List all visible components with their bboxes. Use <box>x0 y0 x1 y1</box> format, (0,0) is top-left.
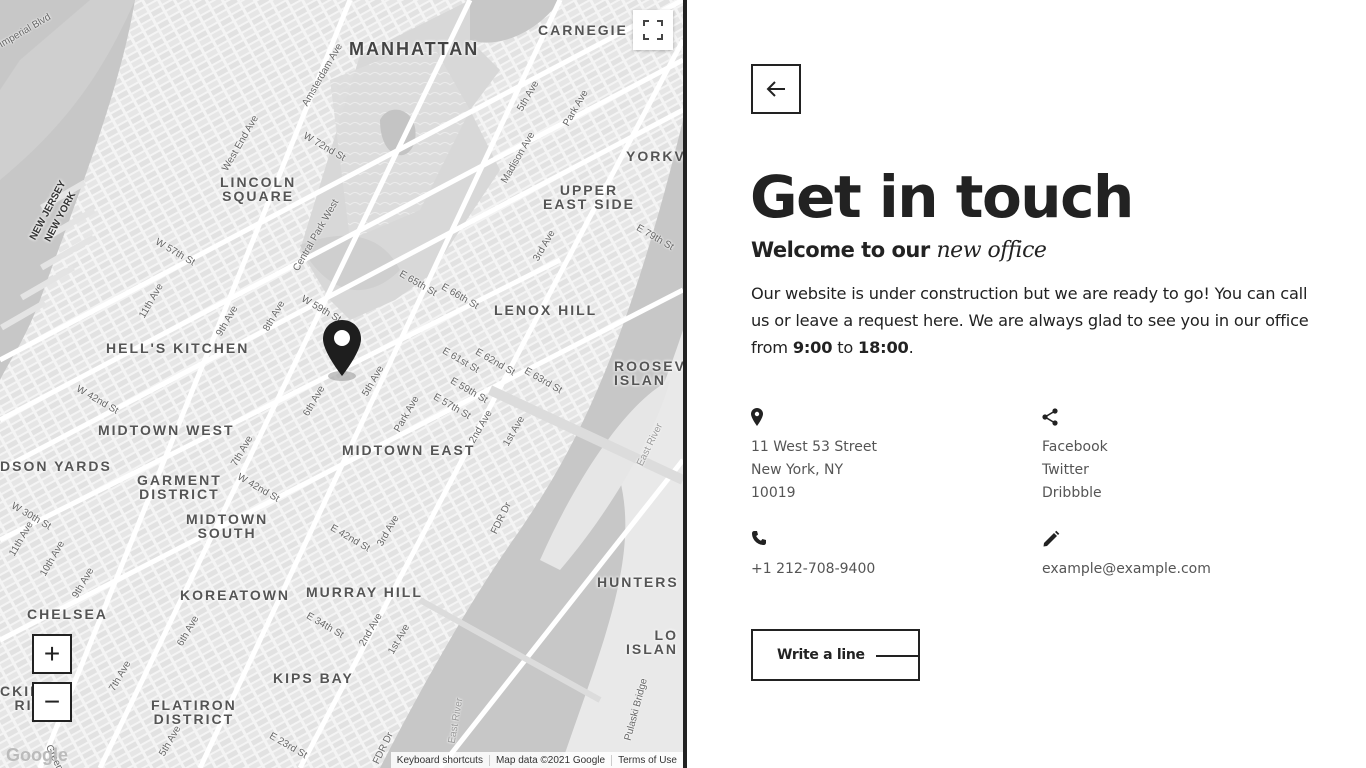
fullscreen-icon <box>643 20 663 40</box>
zoom-out-button[interactable]: − <box>32 682 72 722</box>
map-label-murray-hill: MURRAY HILL <box>306 584 423 600</box>
cta-label: Write a line <box>777 647 865 663</box>
map[interactable]: MANHATTAN CARNEGIE LINCOLN SQUARE UPPER … <box>0 0 683 768</box>
phone-number[interactable]: +1 212-708-9400 <box>751 558 875 581</box>
minus-icon: − <box>43 686 61 717</box>
phone-icon <box>752 531 766 545</box>
map-label-hells-kitchen: HELL'S KITCHEN <box>106 340 250 356</box>
cta-line-decoration <box>876 655 918 657</box>
map-data-attribution: Map data ©2021 Google <box>488 754 611 766</box>
map-label-kips-bay: KIPS BAY <box>273 670 354 686</box>
back-button[interactable] <box>751 64 801 114</box>
pencil-icon <box>1043 530 1060 547</box>
terms-of-use-link[interactable]: Terms of Use <box>611 754 683 766</box>
intro-text: Our website is under construction but we… <box>751 280 1311 361</box>
email-block: example@example.com <box>1042 530 1211 581</box>
subtitle-accent: new office <box>936 238 1047 263</box>
map-label-flatiron-district: FLATIRON DISTRICT <box>151 697 237 727</box>
phone-block: +1 212-708-9400 <box>751 530 875 581</box>
map-label-lenox-hill: LENOX HILL <box>494 302 598 318</box>
keyboard-shortcuts-link[interactable]: Keyboard shortcuts <box>391 755 489 766</box>
map-label-midtown-south: MIDTOWN SOUTH <box>186 511 269 541</box>
map-canvas[interactable] <box>0 0 683 768</box>
twitter-link[interactable]: Twitter <box>1042 459 1108 482</box>
arrow-left-icon <box>766 81 785 97</box>
intro-between: to <box>832 338 859 357</box>
zoom-in-button[interactable]: + <box>32 634 72 674</box>
social-block: Facebook Twitter Dribbble <box>1042 408 1108 505</box>
address-line-1: 11 West 53 Street <box>751 439 877 455</box>
address-line-2: New York, NY <box>751 462 844 478</box>
map-pin-icon <box>751 408 763 426</box>
map-label-garment-district: GARMENT DISTRICT <box>137 472 222 502</box>
dribbble-link[interactable]: Dribbble <box>1042 482 1108 505</box>
page-title: Get in touch <box>750 163 1134 231</box>
map-label-manhattan: MANHATTAN <box>349 39 480 59</box>
fullscreen-button[interactable] <box>633 10 673 50</box>
page-subtitle: Welcome to our new office <box>751 238 1047 263</box>
subtitle-main: Welcome to our <box>751 238 937 262</box>
map-label-hunters: HUNTERS <box>597 574 679 590</box>
close-time: 18:00 <box>858 338 909 357</box>
map-label-carnegie: CARNEGIE <box>538 22 628 38</box>
address-line-3: 10019 <box>751 485 796 501</box>
map-label-chelsea: CHELSEA <box>27 606 108 622</box>
map-label-midtown-west: MIDTOWN WEST <box>98 422 235 438</box>
map-label-lincoln-square: LINCOLN SQUARE <box>220 174 297 204</box>
google-logo[interactable]: Google <box>6 745 68 766</box>
map-label-hudson-yards: DSON YARDS <box>0 458 112 474</box>
map-label-midtown-east: MIDTOWN EAST <box>342 442 476 458</box>
map-label-long-island: LO ISLAN <box>626 627 678 657</box>
open-time: 9:00 <box>792 338 833 357</box>
location-marker-icon[interactable] <box>320 318 364 384</box>
facebook-link[interactable]: Facebook <box>1042 436 1108 459</box>
intro-end: . <box>908 338 914 357</box>
map-label-roosevelt-island: ROOSEV ISLAN <box>614 358 683 388</box>
plus-icon: + <box>43 638 61 669</box>
write-a-line-button[interactable]: Write a line <box>751 629 920 681</box>
email-address[interactable]: example@example.com <box>1042 558 1211 581</box>
contact-panel: Get in touch Welcome to our new office O… <box>687 0 1366 768</box>
address-block: 11 West 53 Street New York, NY 10019 <box>751 408 877 505</box>
map-label-koreatown: KOREATOWN <box>180 587 291 603</box>
map-label-upper-east-side: UPPER EAST SIDE <box>543 182 635 212</box>
map-footer: Keyboard shortcuts Map data ©2021 Google… <box>390 752 683 768</box>
share-icon <box>1042 408 1058 426</box>
map-label-yorkville: YORKV <box>626 148 683 164</box>
